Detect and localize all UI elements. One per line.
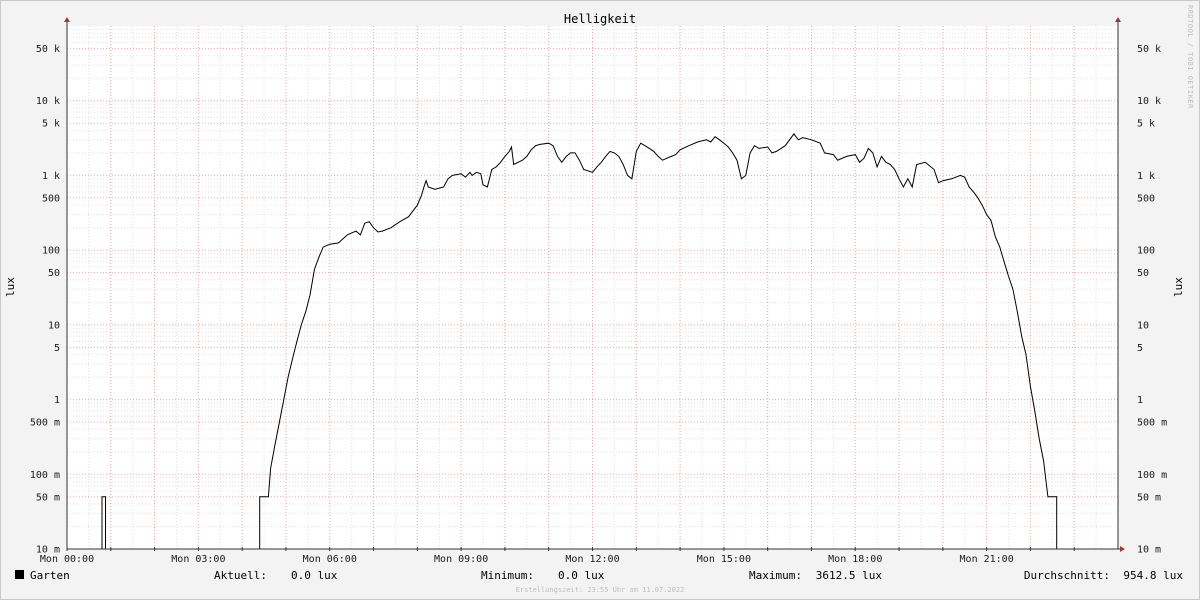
y-tick-label-left: 5 bbox=[54, 343, 60, 354]
y-tick-label-right: 10 k bbox=[1137, 96, 1161, 107]
y-tick-label-right: 50 bbox=[1137, 268, 1149, 279]
y-tick-label-right: 50 k bbox=[1137, 44, 1161, 55]
y-tick-label-left: 500 m bbox=[30, 418, 60, 429]
stat-current-label: Aktuell: bbox=[214, 569, 267, 582]
y-tick-label-left: 10 bbox=[48, 320, 60, 331]
watermark: RRDTOOL / TOBI OETIKER bbox=[1186, 5, 1194, 109]
y-tick-label-left: 500 bbox=[42, 193, 60, 204]
chart-title: Helligkeit bbox=[564, 12, 636, 26]
brightness-chart: 10 m 50 m 100 m 500 m 1 5 10 50 100 500 1 k 5 k 10 k… bbox=[4, 5, 1194, 594]
y-tick-label-right: 1 bbox=[1137, 395, 1143, 406]
x-tick-label: Mon 18:00 bbox=[828, 554, 882, 565]
y-tick-label-left: 1 k bbox=[42, 171, 60, 182]
y-tick-label-right: 10 bbox=[1137, 320, 1149, 331]
y-tick-label-left: 50 k bbox=[36, 44, 60, 55]
x-tick-label: Mon 00:00 bbox=[40, 554, 94, 565]
y-tick-label-left: 100 bbox=[42, 246, 60, 257]
y-tick-labels-right: 10 m 50 m 100 m 500 m 1 5 10 50 100 500 1 k 5 k 10 k… bbox=[1137, 44, 1167, 556]
stat-maximum-value: 3612.5 lux bbox=[816, 569, 883, 582]
legend-label-garten: Garten bbox=[30, 569, 70, 582]
y-tick-label-right: 100 m bbox=[1137, 470, 1167, 481]
stat-minimum-label: Minimum: bbox=[481, 569, 534, 582]
y-tick-label-right: 50 m bbox=[1137, 492, 1161, 503]
x-tick-label: Mon 21:00 bbox=[960, 554, 1014, 565]
y-tick-label-left: 1 bbox=[54, 395, 60, 406]
y-axis-label-left: lux bbox=[4, 277, 17, 297]
y-axis-label-right: lux bbox=[1172, 277, 1185, 297]
y-axis-right-arrow bbox=[1115, 17, 1121, 22]
x-tick-labels: Mon 00:00 Mon 03:00 Mon 06:00 Mon 09:00 Mon … bbox=[40, 554, 1014, 565]
stat-average-value: 954.8 lux bbox=[1123, 569, 1183, 582]
y-tick-label-right: 500 bbox=[1137, 193, 1155, 204]
stat-minimum-value: 0.0 lux bbox=[558, 569, 605, 582]
stat-current-value: 0.0 lux bbox=[291, 569, 338, 582]
y-tick-label-right: 10 m bbox=[1137, 545, 1161, 556]
y-tick-label-right: 1 k bbox=[1137, 171, 1155, 182]
footer-timestamp: Erstellungszeit: 23:55 Uhr am 11.07.2022 bbox=[516, 586, 685, 594]
x-tick-label: Mon 12:00 bbox=[565, 554, 619, 565]
y-tick-labels-left: 10 m50 m100 m500 m1510501005001 k5 k10 k… bbox=[30, 44, 60, 556]
y-tick-label-right: 100 bbox=[1137, 246, 1155, 257]
y-tick-label-left: 100 m bbox=[30, 470, 60, 481]
y-tick-label-left: 5 k bbox=[42, 119, 60, 130]
stat-maximum-label: Maximum: bbox=[749, 569, 802, 582]
y-tick-label-left: 50 m bbox=[36, 492, 60, 503]
legend-swatch-garten bbox=[15, 570, 24, 579]
y-tick-label-right: 5 k bbox=[1137, 119, 1155, 130]
y-tick-label-right: 500 m bbox=[1137, 418, 1167, 429]
x-axis-arrow bbox=[1120, 546, 1125, 552]
y-tick-label-left: 10 k bbox=[36, 96, 60, 107]
y-axis-left-arrow bbox=[64, 17, 70, 22]
stat-average-label: Durchschnitt: bbox=[1024, 569, 1110, 582]
x-tick-label: Mon 03:00 bbox=[171, 554, 225, 565]
y-tick-label-right: 5 bbox=[1137, 343, 1143, 354]
x-tick-label: Mon 15:00 bbox=[697, 554, 751, 565]
x-tick-label: Mon 06:00 bbox=[303, 554, 357, 565]
x-tick-label: Mon 09:00 bbox=[434, 554, 488, 565]
y-tick-label-left: 50 bbox=[48, 268, 60, 279]
